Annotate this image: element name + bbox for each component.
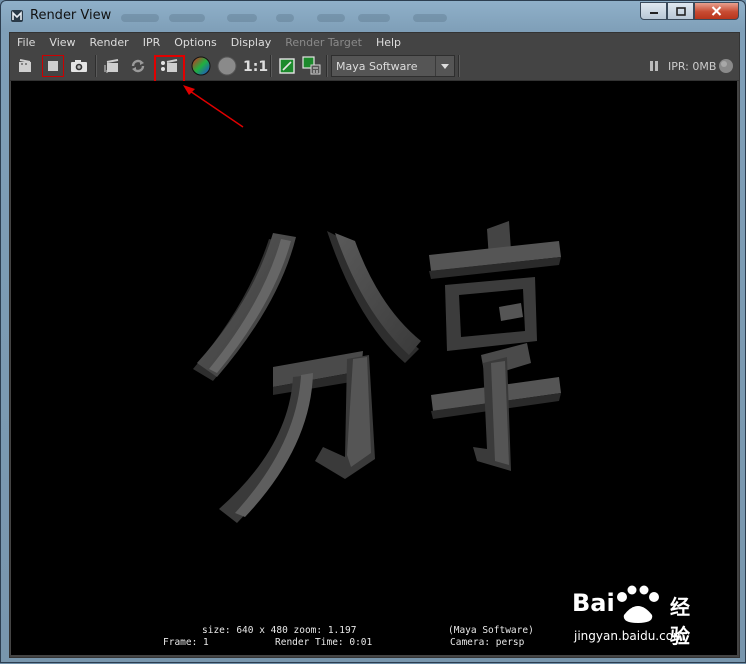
renderer-value: Maya Software bbox=[336, 60, 418, 73]
background-blur bbox=[413, 14, 447, 22]
pause-ipr-button[interactable] bbox=[646, 55, 662, 77]
render-view-client: File View Render IPR Options Display Ren… bbox=[9, 32, 740, 658]
ipr-status: IPR: 0MB bbox=[668, 60, 717, 73]
maya-app-icon bbox=[11, 10, 23, 22]
refresh-ipr-icon bbox=[131, 59, 145, 73]
maximize-icon bbox=[675, 6, 686, 16]
redo-previous-render-icon bbox=[19, 59, 31, 72]
background-blur bbox=[317, 14, 345, 22]
menu-file[interactable]: File bbox=[10, 36, 42, 49]
snapshot-button[interactable] bbox=[68, 55, 90, 77]
rendered-image bbox=[193, 221, 561, 523]
menu-help[interactable]: Help bbox=[369, 36, 408, 49]
pause-icon bbox=[650, 61, 658, 71]
render-region-icon bbox=[48, 61, 58, 71]
keep-image-icon bbox=[279, 58, 295, 74]
menu-render-target[interactable]: Render Target bbox=[278, 36, 369, 49]
title-bar[interactable]: Render View bbox=[1, 1, 745, 31]
redo-previous-render-button[interactable] bbox=[14, 55, 36, 77]
toolbar-separator bbox=[326, 55, 328, 77]
info-size-zoom: size: 640 x 480 zoom: 1.197 bbox=[202, 625, 357, 636]
display-alpha-icon bbox=[217, 56, 237, 76]
keep-image-button[interactable] bbox=[276, 55, 298, 77]
dropdown-arrow bbox=[435, 56, 454, 76]
baidu-paw-icon bbox=[617, 585, 659, 623]
minimize-button[interactable] bbox=[640, 2, 667, 20]
rendered-char-xiang bbox=[429, 221, 561, 471]
minimize-icon bbox=[649, 12, 658, 14]
info-camera: Camera: persp bbox=[450, 637, 525, 648]
info-renderer: (Maya Software) bbox=[448, 625, 534, 636]
ipr-indicator bbox=[717, 55, 735, 77]
real-size-button[interactable]: 1:1 bbox=[243, 59, 268, 75]
background-blur bbox=[169, 14, 205, 22]
toolbar-separator bbox=[95, 55, 97, 77]
toolbar-separator bbox=[458, 55, 460, 77]
display-rgb-icon bbox=[191, 56, 211, 76]
watermark-brand: Bai bbox=[572, 589, 615, 617]
toolbar: 1:1 Maya Software IPR: 0MB bbox=[10, 52, 739, 83]
background-blur bbox=[227, 14, 257, 22]
window-controls bbox=[640, 2, 739, 20]
menu-bar: File View Render IPR Options Display Ren… bbox=[10, 33, 739, 52]
watermark-url: jingyan.baidu.com bbox=[574, 629, 685, 643]
close-icon bbox=[711, 6, 722, 16]
remove-image-button[interactable] bbox=[301, 55, 323, 77]
refresh-ipr-button[interactable] bbox=[127, 55, 149, 77]
info-render-time: Render Time: 0:01 bbox=[275, 637, 373, 648]
background-blur bbox=[121, 14, 159, 22]
chevron-down-icon bbox=[441, 63, 449, 69]
menu-ipr[interactable]: IPR bbox=[136, 36, 168, 49]
ipr-render-icon bbox=[104, 59, 119, 73]
status-light-icon bbox=[719, 59, 733, 73]
menu-options[interactable]: Options bbox=[167, 36, 223, 49]
info-frame: Frame: 1 bbox=[163, 637, 209, 648]
annotation-highlight-box bbox=[154, 55, 185, 83]
close-button[interactable] bbox=[694, 2, 739, 20]
renderer-dropdown[interactable]: Maya Software bbox=[331, 55, 455, 77]
menu-render[interactable]: Render bbox=[83, 36, 136, 49]
toolbar-separator bbox=[270, 55, 272, 77]
render-region-button[interactable] bbox=[42, 55, 64, 77]
ipr-render-button[interactable] bbox=[101, 55, 123, 77]
window-title: Render View bbox=[30, 8, 112, 23]
menu-display[interactable]: Display bbox=[224, 36, 279, 49]
display-rgb-button[interactable] bbox=[190, 55, 212, 77]
background-blur bbox=[276, 14, 294, 22]
maximize-button[interactable] bbox=[667, 2, 694, 20]
display-alpha-button[interactable] bbox=[216, 55, 238, 77]
background-blur bbox=[358, 14, 390, 22]
rendered-char-fen bbox=[193, 231, 421, 523]
remove-image-icon bbox=[302, 56, 321, 75]
render-viewport[interactable]: size: 640 x 480 zoom: 1.197 (Maya Softwa… bbox=[11, 81, 737, 655]
snapshot-icon bbox=[71, 60, 87, 72]
menu-view[interactable]: View bbox=[42, 36, 82, 49]
render-view-window: Render View File View Render IPR Options bbox=[0, 0, 746, 663]
